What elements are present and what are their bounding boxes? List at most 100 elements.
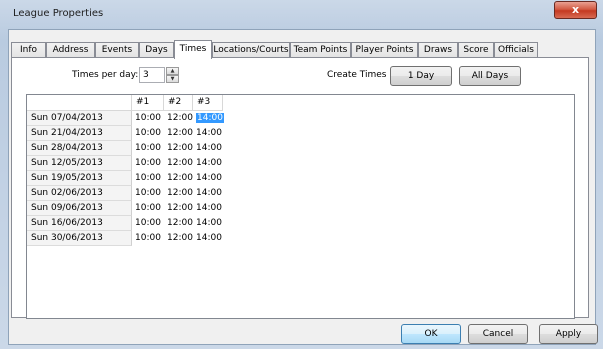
tab-player-points[interactable]: Player Points: [351, 42, 418, 58]
time-cell[interactable]: 14:00: [193, 111, 224, 126]
ok-button[interactable]: OK: [401, 324, 461, 344]
row-date-header[interactable]: Sun 19/05/2013: [27, 171, 132, 186]
time-cell[interactable]: 14:00: [193, 216, 223, 231]
time-cell[interactable]: 12:00: [164, 171, 193, 186]
time-cell[interactable]: 10:00: [132, 156, 164, 171]
tab-label: Info: [19, 45, 38, 55]
time-cell[interactable]: 14:00: [193, 126, 223, 141]
cell-text: 14:00: [196, 218, 222, 228]
tab-label: Address: [52, 45, 89, 55]
cell-text: 12:00: [167, 158, 193, 168]
time-cell[interactable]: 14:00: [193, 201, 223, 216]
cell-text: 14:00: [196, 173, 222, 183]
row-date-header[interactable]: Sun 12/05/2013: [27, 156, 132, 171]
row-date-header[interactable]: Sun 30/06/2013: [27, 231, 132, 246]
time-cell[interactable]: 12:00: [164, 111, 193, 126]
row-date-header[interactable]: Sun 02/06/2013: [27, 186, 132, 201]
time-cell[interactable]: 12:00: [164, 186, 193, 201]
tab-info[interactable]: Info: [11, 42, 46, 58]
cancel-button[interactable]: Cancel: [468, 324, 528, 344]
tab-label: Days: [145, 45, 168, 55]
tab-score[interactable]: Score: [458, 42, 494, 58]
time-cell[interactable]: 12:00: [164, 216, 193, 231]
time-cell[interactable]: 14:00: [193, 186, 223, 201]
tab-label: Officials: [498, 45, 534, 55]
cell-text: 14:00: [196, 158, 222, 168]
cell-text: 12:00: [167, 173, 193, 183]
times-per-day-label: Times per day:: [72, 70, 139, 80]
time-cell[interactable]: 10:00: [132, 111, 164, 126]
close-icon: x: [571, 3, 580, 16]
cell-text: 12:00: [167, 188, 193, 198]
tab-times[interactable]: Times: [174, 40, 212, 59]
row-date-header[interactable]: Sun 16/06/2013: [27, 216, 132, 231]
time-cell[interactable]: 10:00: [132, 186, 164, 201]
tab-officials[interactable]: Officials: [494, 42, 538, 58]
time-cell[interactable]: 12:00: [164, 126, 193, 141]
tab-label: Team Points: [293, 45, 348, 55]
cell-text: 12:00: [167, 218, 193, 228]
apply-button[interactable]: Apply: [539, 324, 598, 344]
one-day-button[interactable]: 1 Day: [390, 66, 452, 86]
cell-text: 10:00: [135, 173, 161, 183]
tab-address[interactable]: Address: [46, 42, 95, 58]
cell-text: Sun 02/06/2013: [31, 188, 103, 198]
cell-text: 10:00: [135, 188, 161, 198]
row-date-header[interactable]: Sun 09/06/2013: [27, 201, 132, 216]
time-cell[interactable]: 10:00: [132, 201, 164, 216]
time-cell[interactable]: 10:00: [132, 141, 164, 156]
column-header[interactable]: #2: [164, 95, 193, 111]
cell-text: 14:00: [196, 203, 222, 213]
column-header[interactable]: #1: [132, 95, 164, 111]
cell-text: 14:00: [196, 143, 222, 153]
time-cell[interactable]: 14:00: [193, 171, 223, 186]
close-button[interactable]: x: [554, 1, 597, 19]
cell-text: Sun 28/04/2013: [31, 143, 103, 153]
all-days-button[interactable]: All Days: [459, 66, 521, 86]
row-date-header[interactable]: Sun 21/04/2013: [27, 126, 132, 141]
grid-corner-header: [27, 95, 132, 111]
cell-text: 10:00: [135, 143, 161, 153]
time-cell[interactable]: 10:00: [132, 126, 164, 141]
create-times-label: Create Times: [327, 70, 387, 80]
tab-label: Times: [179, 44, 207, 54]
row-date-header[interactable]: Sun 28/04/2013: [27, 141, 132, 156]
times-per-day-input[interactable]: 3: [139, 67, 165, 83]
row-date-header[interactable]: Sun 07/04/2013: [27, 111, 132, 126]
tab-team-points[interactable]: Team Points: [290, 42, 351, 58]
tab-label: Events: [101, 45, 133, 55]
cell-text: Sun 21/04/2013: [31, 128, 103, 138]
time-cell[interactable]: 12:00: [164, 231, 193, 246]
tab-locations-courts[interactable]: Locations/Courts: [212, 42, 290, 58]
time-cell[interactable]: 10:00: [132, 231, 164, 246]
time-cell[interactable]: 12:00: [164, 201, 193, 216]
time-cell[interactable]: 10:00: [132, 216, 164, 231]
cell-text: Sun 09/06/2013: [31, 203, 103, 213]
spin-down-icon[interactable]: ▼: [166, 75, 179, 83]
tab-events[interactable]: Events: [95, 42, 139, 58]
time-cell[interactable]: 14:00: [193, 156, 223, 171]
cell-text: Sun 12/05/2013: [31, 158, 103, 168]
time-cell[interactable]: 14:00: [193, 231, 223, 246]
time-cell[interactable]: 12:00: [164, 141, 193, 156]
time-cell[interactable]: 14:00: [193, 141, 223, 156]
cell-text: 12:00: [167, 113, 193, 123]
title-bar[interactable]: League Properties x: [0, 0, 603, 26]
tab-days[interactable]: Days: [139, 42, 174, 58]
tab-label: Player Points: [355, 45, 414, 55]
time-cell[interactable]: 10:00: [132, 171, 164, 186]
times-per-day-spinner[interactable]: ▲ ▼: [166, 67, 179, 83]
cell-text: 12:00: [167, 233, 193, 243]
window-title: League Properties: [13, 8, 104, 19]
time-cell[interactable]: 12:00: [164, 156, 193, 171]
league-properties-dialog: League Properties x Info Address Events …: [0, 0, 603, 349]
column-header[interactable]: #3: [193, 95, 223, 111]
cell-text: 14:00: [196, 233, 222, 243]
cell-text: Sun 19/05/2013: [31, 173, 103, 183]
cell-text: 10:00: [135, 158, 161, 168]
spin-up-icon[interactable]: ▲: [166, 67, 179, 75]
tab-draws[interactable]: Draws: [418, 42, 458, 58]
cell-text: Sun 16/06/2013: [31, 218, 103, 228]
cell-text: 10:00: [135, 113, 161, 123]
times-grid[interactable]: #1 #2 #3 Sun 07/04/2013 10:00 12:00 14:00 Su…: [26, 94, 575, 319]
